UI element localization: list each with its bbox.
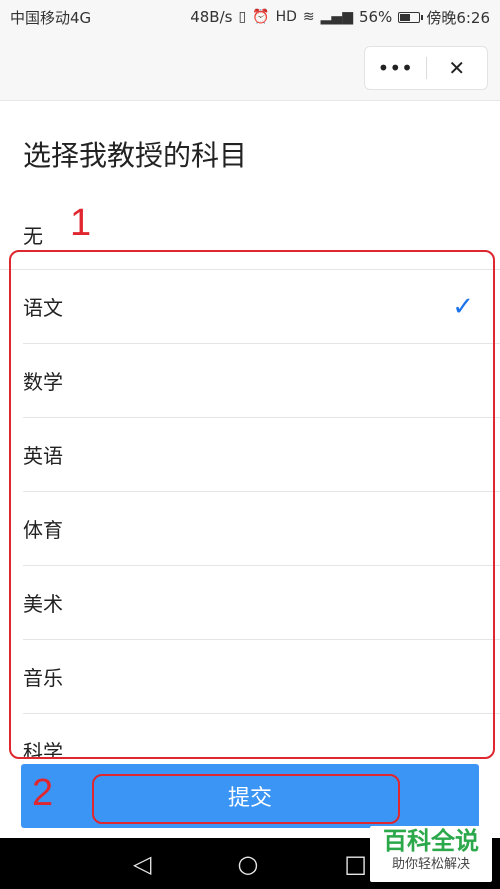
status-right: 48B/s ▯ ⏰ HD ≋ ▂▄▆ 56% 傍晚6:26: [190, 7, 490, 28]
annotation-box-options: [9, 250, 495, 759]
network-speed: 48B/s: [190, 8, 233, 26]
clock: 傍晚6:26: [426, 8, 490, 27]
annotation-box-submit: [92, 774, 400, 824]
signal-icon: ▂▄▆: [320, 9, 353, 25]
annotation-number-2: 2: [32, 772, 54, 814]
battery-percent: 56%: [358, 8, 393, 26]
status-bar: 中国移动4G 48B/s ▯ ⏰ HD ≋ ▂▄▆ 56% 傍晚6:26: [0, 0, 500, 34]
back-icon[interactable]: ◁: [133, 850, 151, 878]
nav-bar: ••• ✕: [0, 34, 500, 101]
battery-icon: [398, 11, 424, 23]
annotation-number-1: 1: [70, 202, 92, 244]
option-none[interactable]: 无: [23, 220, 43, 249]
menu-capsule: ••• ✕: [364, 46, 488, 90]
hd-icon: HD: [275, 9, 297, 25]
close-icon[interactable]: ✕: [427, 47, 488, 89]
more-icon[interactable]: •••: [365, 47, 426, 89]
home-icon[interactable]: ○: [237, 850, 258, 878]
watermark-logo: 百科全说 助你轻松解决: [370, 826, 492, 882]
recent-apps-icon[interactable]: □: [344, 850, 367, 878]
alarm-icon: ⏰: [252, 9, 270, 25]
vibrate-icon: ▯: [238, 9, 247, 25]
battery-fill: [400, 13, 410, 21]
watermark-subtitle: 助你轻松解决: [391, 857, 470, 872]
watermark-title: 百科全说: [383, 827, 479, 855]
carrier-label: 中国移动4G: [10, 8, 92, 27]
page-title: 选择我教授的科目: [23, 139, 248, 172]
wifi-icon: ≋: [302, 9, 315, 25]
